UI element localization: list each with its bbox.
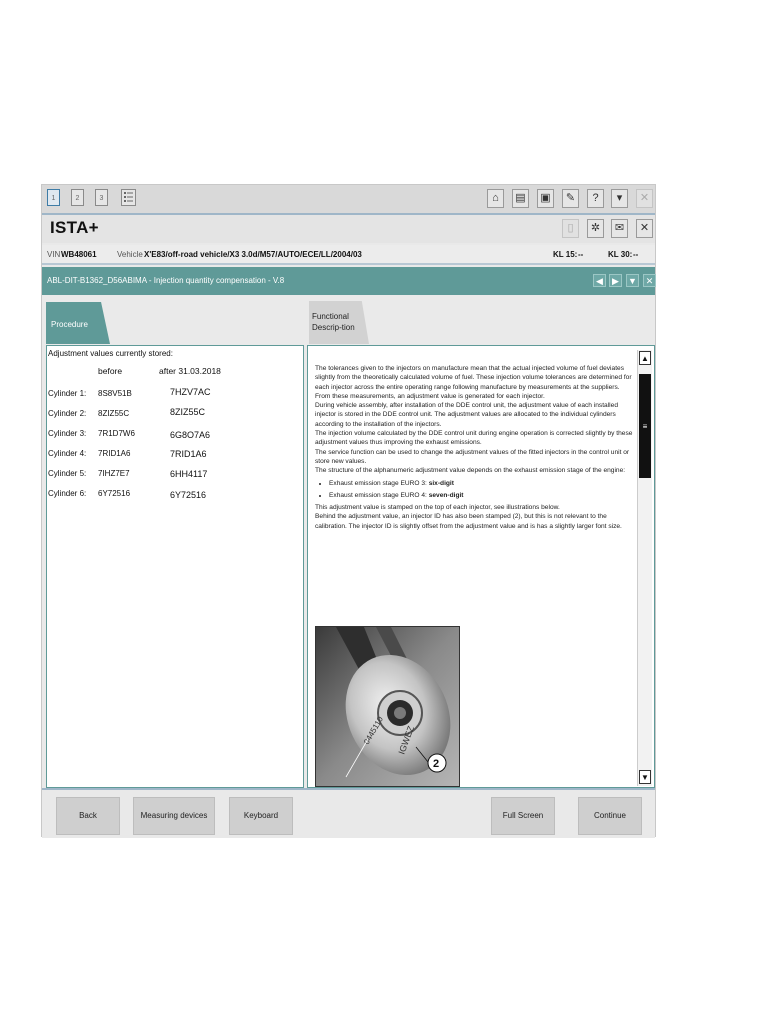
cylinder-after: 6HH4117	[170, 469, 208, 479]
injector-photo: 0445110 IGWEZ 2	[315, 626, 460, 787]
previous-icon[interactable]: ◀	[593, 274, 606, 287]
cylinder-row: Cylinder 5: 7IHZ7E7 6HH4117	[47, 469, 297, 483]
grip-icon: ≡	[642, 422, 648, 431]
scroll-up-icon[interactable]: ▲	[639, 351, 651, 365]
next-icon[interactable]: ▶	[609, 274, 622, 287]
column-after: after 31.03.2018	[159, 366, 221, 376]
close-icon[interactable]: ✕	[636, 219, 653, 238]
cylinder-label: Cylinder 1:	[48, 389, 87, 398]
vehicle-value: X'E83/off-road vehicle/X3 3.0d/M57/AUTO/…	[144, 250, 362, 259]
tab-functional-label: Functional Descrip-tion	[312, 312, 355, 332]
scroll-down-icon[interactable]: ▼	[639, 770, 651, 784]
photo-callout: 2	[433, 758, 439, 770]
bullet-emphasis: six-digit	[428, 479, 454, 487]
description-paragraph: This adjustment value is stamped on the …	[315, 504, 560, 512]
tab-procedure-label: Procedure	[51, 320, 88, 329]
emission-stage-list: Exhaust emission stage EURO 3: six-digit…	[315, 479, 633, 501]
wrench-icon[interactable]: ✎	[562, 189, 579, 208]
tab-row: Procedure Functional Descrip-tion	[42, 295, 655, 345]
cylinder-row: Cylinder 1: 8S8V51B 7HZV7AC	[47, 387, 297, 403]
cylinder-row: Cylinder 4: 7RID1A6 7RID1A6	[47, 449, 297, 463]
list-view-icon[interactable]	[121, 189, 136, 206]
measuring-devices-button[interactable]: Measuring devices	[133, 797, 215, 835]
settings-icon[interactable]: ✲	[587, 219, 604, 238]
home-icon[interactable]: ⌂	[487, 189, 504, 208]
cylinder-label: Cylinder 4:	[48, 449, 87, 458]
keyboard-button[interactable]: Keyboard	[229, 797, 293, 835]
tab-procedure[interactable]: Procedure	[46, 302, 110, 344]
cylinder-after: 8ZIZ55C	[170, 407, 206, 417]
cylinder-label: Cylinder 6:	[48, 489, 87, 498]
description-paragraph: The structure of the alphanumeric adjust…	[315, 467, 626, 475]
function-header: ABL-DIT-B1362_D56ABIMA - Injection quant…	[42, 267, 656, 295]
list-item: Exhaust emission stage EURO 3: six-digit	[329, 479, 633, 488]
functional-description-panel: The tolerances given to the injectors on…	[307, 345, 655, 788]
collapse-icon[interactable]: ▼	[626, 274, 639, 287]
description-text: The tolerances given to the injectors on…	[315, 364, 633, 531]
cylinder-row: Cylinder 2: 8ZIZ55C 8ZIZ55C	[47, 407, 297, 423]
help-icon[interactable]: ?	[587, 189, 604, 208]
full-screen-button[interactable]: Full Screen	[491, 797, 555, 835]
description-paragraph: The tolerances given to the injectors on…	[315, 365, 632, 400]
cylinder-before: 7R1D7W6	[98, 429, 135, 438]
scroll-thumb[interactable]: ≡	[639, 374, 651, 478]
close-icon[interactable]: ✕	[636, 189, 653, 208]
description-paragraph: The injection volume calculated by the D…	[315, 430, 633, 447]
close-panel-icon[interactable]: ✕	[643, 274, 656, 287]
cylinder-row: Cylinder 6: 6Y72516 6Y72516	[47, 489, 297, 503]
cylinder-after: 6G8O7A6	[170, 430, 211, 440]
kl30-value: --	[633, 250, 639, 259]
kl15-value: --	[578, 250, 584, 259]
document-icon[interactable]: ▤	[512, 189, 529, 208]
app-title: ISTA+	[50, 218, 99, 237]
button-bar: Back Measuring devices Keyboard Full Scr…	[42, 788, 655, 838]
title-bar: ISTA+ ▯ ✲ ✉ ✕	[42, 215, 655, 243]
vin-value: WB48061	[61, 250, 97, 259]
cylinder-label: Cylinder 2:	[48, 409, 87, 418]
list-item: Exhaust emission stage EURO 4: seven-dig…	[329, 491, 633, 500]
tab-functional-description[interactable]: Functional Descrip-tion	[309, 301, 369, 344]
cylinder-before: 7IHZ7E7	[98, 469, 130, 478]
column-before: before	[98, 366, 123, 376]
print-icon[interactable]: ▣	[537, 189, 554, 208]
cylinder-row: Cylinder 3: 7R1D7W6 6G8O7A6	[47, 429, 297, 443]
adjustment-title: Adjustment values currently stored:	[48, 349, 173, 358]
continue-button[interactable]: Continue	[578, 797, 642, 835]
vin-label: VIN	[47, 250, 61, 259]
description-paragraph: During vehicle assembly, after installat…	[315, 402, 618, 428]
bullet-emphasis: seven-digit	[428, 491, 464, 499]
cylinder-before: 8ZIZ55C	[98, 409, 130, 418]
workspace-tab-3[interactable]: 3	[95, 189, 108, 206]
vehicle-label: Vehicle	[117, 250, 143, 259]
cylinder-after: 7HZV7AC	[170, 387, 211, 397]
kl15-label: KL 15:	[553, 250, 578, 259]
cylinder-label: Cylinder 3:	[48, 429, 87, 438]
back-button[interactable]: Back	[56, 797, 120, 835]
ista-window: 1 2 3 ⌂ ▤ ▣ ✎ ? ▾ ✕ ISTA+ ▯ ✲ ✉ ✕ VIN WB…	[41, 184, 656, 838]
procedure-panel: Adjustment values currently stored: befo…	[46, 345, 304, 788]
cylinder-after: 6Y72516	[170, 490, 207, 500]
bullet-text: Exhaust emission stage EURO 3:	[329, 479, 429, 487]
mail-icon[interactable]: ✉	[611, 219, 628, 238]
cylinder-before: 8S8V51B	[98, 389, 132, 398]
description-scrollbar[interactable]: ▲ ≡ ▼	[637, 350, 652, 786]
vehicle-info-bar: VIN WB48061 Vehicle X'E83/off-road vehic…	[42, 245, 655, 265]
description-paragraph: The service function can be used to chan…	[315, 448, 630, 465]
cylinder-label: Cylinder 5:	[48, 469, 87, 478]
save-disabled-icon: ▯	[562, 219, 579, 238]
top-toolbar: 1 2 3 ⌂ ▤ ▣ ✎ ? ▾ ✕	[42, 185, 655, 215]
bullet-text: Exhaust emission stage EURO 4:	[329, 491, 429, 499]
workspace-tab-1[interactable]: 1	[47, 189, 60, 206]
cylinder-before: 6Y72516	[98, 489, 131, 498]
cylinder-after: 7RID1A6	[170, 449, 207, 459]
workspace-tab-2[interactable]: 2	[71, 189, 84, 206]
description-paragraph: Behind the adjustment value, an injector…	[315, 513, 622, 530]
save-icon[interactable]: ▾	[611, 189, 628, 208]
cylinder-before: 7RID1A6	[98, 449, 131, 458]
kl30-label: KL 30:	[608, 250, 633, 259]
function-title: ABL-DIT-B1362_D56ABIMA - Injection quant…	[47, 276, 285, 285]
